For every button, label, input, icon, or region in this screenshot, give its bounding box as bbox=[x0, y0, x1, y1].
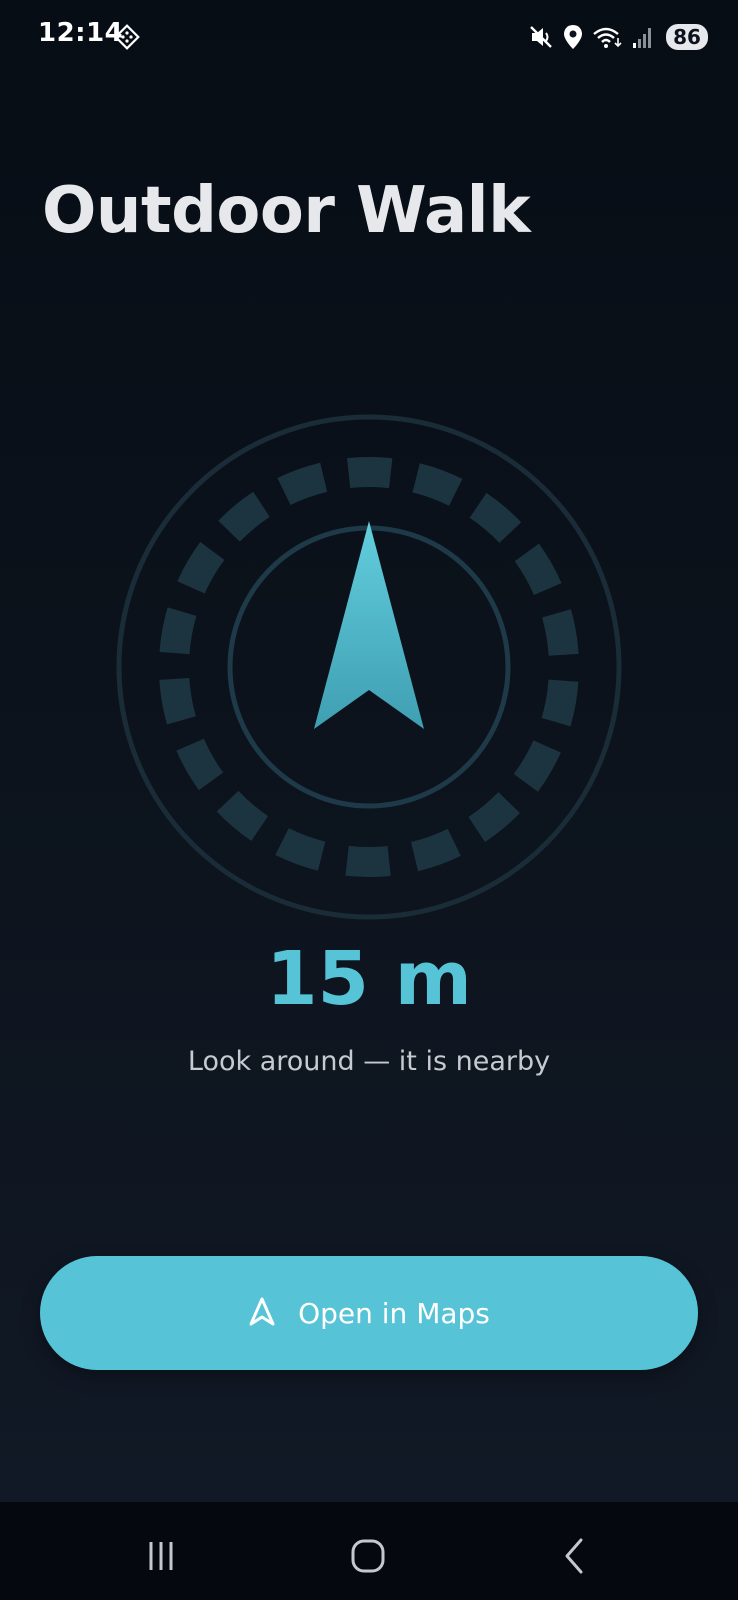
recent-apps-icon bbox=[149, 1542, 173, 1570]
open-in-maps-label: Open in Maps bbox=[298, 1296, 490, 1330]
status-icons: 86 bbox=[528, 20, 708, 54]
distance-readout: 15 m bbox=[266, 936, 472, 1022]
back-icon bbox=[565, 1538, 583, 1574]
system-nav-bar bbox=[0, 1502, 738, 1600]
home-icon bbox=[351, 1539, 385, 1573]
recent-apps-button[interactable] bbox=[131, 1526, 191, 1586]
open-in-maps-button[interactable]: Open in Maps bbox=[40, 1256, 698, 1370]
battery-indicator: 86 bbox=[666, 24, 708, 50]
proximity-hint: Look around — it is nearby bbox=[187, 1046, 551, 1077]
status-time: 12:14 bbox=[38, 18, 124, 48]
page-title: Outdoor Walk bbox=[42, 174, 531, 248]
wifi-icon bbox=[592, 24, 624, 50]
home-button[interactable] bbox=[338, 1526, 398, 1586]
compass-widget bbox=[112, 410, 626, 924]
signal-icon bbox=[632, 24, 654, 50]
back-button[interactable] bbox=[545, 1526, 605, 1586]
status-bar: 12:14 86 bbox=[0, 0, 738, 74]
navigation-arrow-icon bbox=[314, 521, 424, 729]
gem-icon bbox=[114, 24, 140, 50]
location-icon bbox=[562, 24, 584, 50]
mute-icon bbox=[528, 24, 554, 50]
compass-graphic bbox=[116, 414, 622, 920]
navigation-outline-icon bbox=[248, 1297, 276, 1330]
